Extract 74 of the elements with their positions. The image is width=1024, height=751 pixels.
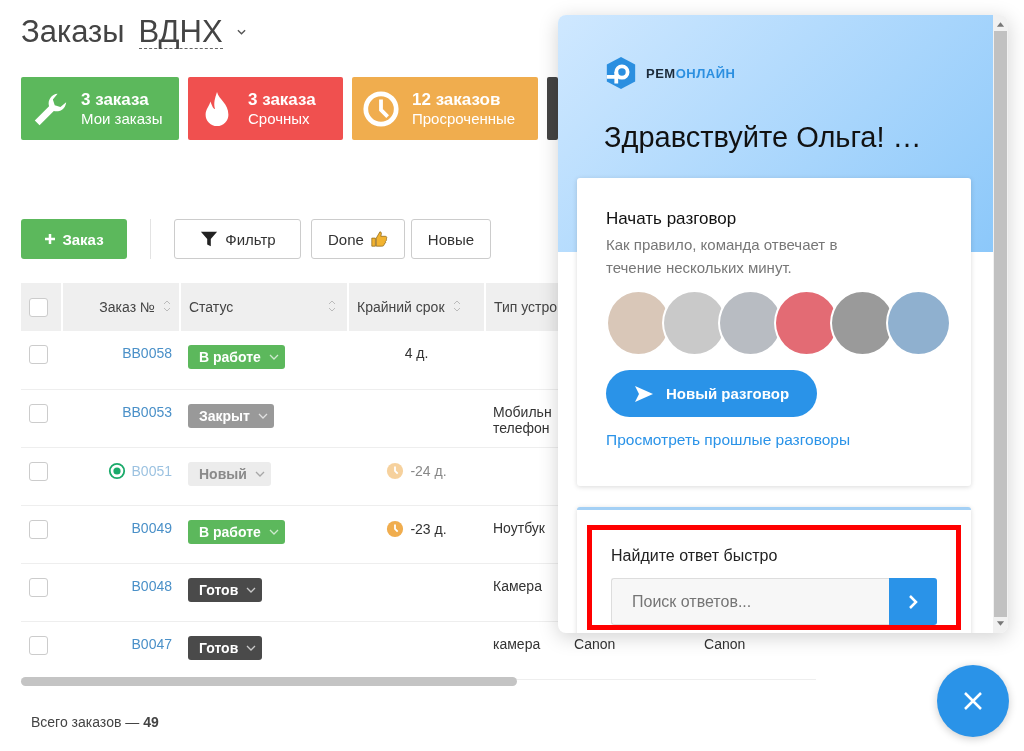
new-conversation-button[interactable]: Новый разговор <box>606 370 817 417</box>
caret-icon <box>246 644 257 651</box>
table-cell: Камера <box>493 577 542 594</box>
table-cell: Ноутбук <box>493 519 545 536</box>
search-title: Найдите ответ быстро <box>611 547 779 565</box>
stat-label: Просроченные <box>412 110 516 127</box>
total-orders-text: Всего заказов — 49 <box>30 713 160 730</box>
stat-count: 3 заказа <box>81 90 150 110</box>
page-title: Заказы <box>21 14 125 50</box>
preset-button[interactable]: Новые <box>410 219 492 259</box>
table-cell: камера <box>493 635 541 652</box>
order-link[interactable]: B0049 <box>131 519 172 536</box>
order-link[interactable]: B0051 <box>131 462 172 479</box>
search-button[interactable] <box>889 578 937 625</box>
stat-card[interactable] <box>547 77 558 140</box>
status-dropdown[interactable]: Готов <box>188 635 263 660</box>
search-field[interactable]: Поиск ответов... <box>611 578 889 625</box>
stat-card[interactable]: 3 заказа Мои заказы <box>21 77 179 140</box>
order-link[interactable]: B0047 <box>131 635 172 652</box>
scrollbar-thumb[interactable] <box>21 676 517 686</box>
card-title: Начать разговор <box>606 209 738 229</box>
row-checkbox[interactable] <box>29 635 48 655</box>
status-dropdown[interactable]: В работе <box>188 345 285 369</box>
row-checkbox[interactable] <box>29 519 48 539</box>
status-dropdown[interactable]: Закрыт <box>188 403 274 428</box>
status-dropdown[interactable]: Новый <box>188 461 271 486</box>
close-button[interactable] <box>937 665 1009 737</box>
close-icon <box>963 691 983 711</box>
add-order-button[interactable]: Заказ <box>21 219 127 259</box>
greeting-title: Здравствуйте Ольга! … <box>604 121 923 154</box>
caret-icon <box>268 528 279 535</box>
card-description: Как правило, команда отвечает в течение нескольких минут. <box>606 235 839 278</box>
table-cell: Canon <box>574 635 616 652</box>
stat-label: Мои заказы <box>81 110 163 127</box>
filter-button[interactable]: Фильтр <box>174 219 301 259</box>
scroll-down-icon <box>996 621 1005 627</box>
caret-icon <box>257 412 268 419</box>
past-conversations-link[interactable]: Просмотреть прошлые разговоры <box>606 431 942 449</box>
order-link[interactable]: B0048 <box>131 577 172 594</box>
clock-icon <box>362 89 400 128</box>
table-cell: Мобильн телефон <box>493 403 552 436</box>
deadline-text: -23 д. <box>410 520 447 537</box>
deadline-text: -24 д. <box>410 462 447 479</box>
status-dropdown[interactable]: В работе <box>188 519 285 544</box>
table-cell: Canon <box>704 635 746 652</box>
chevron-right-icon <box>908 593 918 610</box>
stat-card[interactable]: 3 заказа Срочных <box>188 77 343 140</box>
column-header[interactable]: Заказ № <box>99 299 155 315</box>
location-selector[interactable]: ВДНХ <box>138 15 223 49</box>
logo-icon <box>604 55 638 91</box>
column-header[interactable]: Статус <box>189 299 234 315</box>
stat-count: 3 заказа <box>248 90 316 110</box>
caret-icon <box>246 586 257 593</box>
preset-button[interactable]: Done <box>311 219 405 259</box>
select-all-checkbox[interactable] <box>29 297 48 317</box>
send-icon <box>633 384 654 403</box>
scrollbar-thumb[interactable] <box>994 31 1007 617</box>
caret-icon <box>268 354 279 360</box>
order-link[interactable]: BB0058 <box>122 345 172 361</box>
caret-icon <box>254 470 265 477</box>
stat-label: Срочных <box>248 110 311 127</box>
plus-icon <box>44 233 57 245</box>
status-dropdown[interactable]: Готов <box>188 577 263 602</box>
order-link[interactable]: BB0053 <box>122 403 172 420</box>
logo-text: РЕМОНЛАЙН <box>646 65 736 81</box>
scroll-up-icon <box>996 21 1005 27</box>
row-checkbox[interactable] <box>29 461 48 481</box>
stat-card[interactable]: 12 заказов Просроченные <box>352 77 538 140</box>
caret-icon <box>236 29 246 35</box>
stat-count: 12 заказов <box>412 90 502 110</box>
row-checkbox[interactable] <box>29 345 48 364</box>
row-checkbox[interactable] <box>29 403 48 423</box>
row-checkbox[interactable] <box>29 577 48 597</box>
deadline-text: 4 д. <box>404 345 429 361</box>
